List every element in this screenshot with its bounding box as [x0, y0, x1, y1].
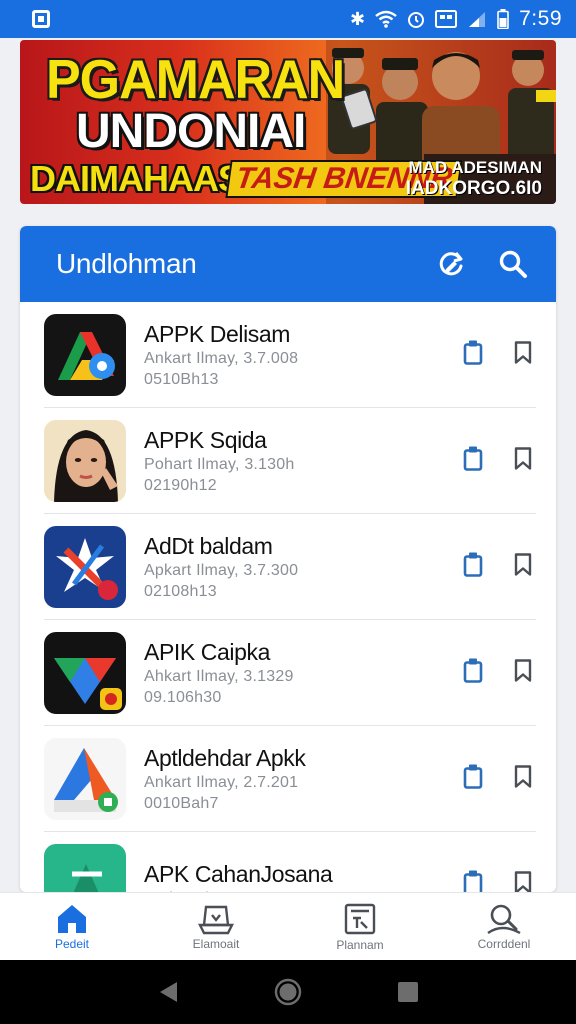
- drive-dark-app-icon[interactable]: [44, 631, 126, 714]
- app-name: APPK Delisam: [144, 320, 291, 347]
- back-button[interactable]: [157, 980, 179, 1004]
- bookmark-button[interactable]: [512, 551, 534, 582]
- bookmark-icon: [514, 552, 532, 576]
- app-list: APPK Delisam Ankart Ilmay, 3.7.008 0510Bh1…: [20, 302, 556, 892]
- copy-button[interactable]: [462, 550, 484, 583]
- app-list-item[interactable]: APPK Delisam Ankart Ilmay, 3.7.008 0510Bh1…: [44, 302, 536, 408]
- bookmark-button[interactable]: [512, 657, 534, 688]
- copy-icon: [463, 446, 483, 471]
- banner-caption-2: IADKORGO.6I0: [405, 178, 542, 199]
- nav-item-2[interactable]: Elamoait: [144, 893, 288, 960]
- app-name: Aptldehdar Apkk: [144, 744, 306, 771]
- app-name: APK CahanJosana: [144, 861, 333, 887]
- alarm-icon: [408, 12, 425, 28]
- bookmark-icon: [514, 764, 532, 788]
- app-list-panel: Undlohman APPK Delisam Ankart Ilmay, 3.7.…: [20, 226, 556, 892]
- app-list-item[interactable]: APIK Caipka Ahkart Ilmay, 3.1329 09.106h30: [44, 620, 536, 726]
- app-list-item[interactable]: AdDt baldam Apkart Ilmay, 3.7.300 02108h13: [44, 514, 536, 620]
- app-list-item[interactable]: APK CahanJosanaApdeat Ilmay, 3.X.328: [44, 832, 536, 892]
- app-meta: Ahkart Ilmay, 3.1329: [144, 667, 294, 685]
- bookmark-button[interactable]: [512, 445, 534, 476]
- bookmark-button[interactable]: [512, 763, 534, 794]
- nav-label: Elamoait: [192, 936, 240, 951]
- app-meta: Ankart Ilmay, 3.7.008: [144, 349, 299, 367]
- app-meta-secondary: 09.106h30: [144, 688, 222, 706]
- panel-title: Undlohman: [56, 248, 197, 279]
- nav-label: Corrddenl: [477, 936, 531, 951]
- bluetooth-icon: ✱: [350, 9, 366, 29]
- app-list-item[interactable]: Aptldehdar Apkk Ankart Ilmay, 2.7.201 0010…: [44, 726, 536, 832]
- copy-icon: [463, 658, 483, 683]
- download-tray-icon: [198, 905, 234, 934]
- app-name: APIK Caipka: [144, 638, 270, 665]
- bookmark-button[interactable]: [512, 339, 534, 370]
- search-icon: [499, 250, 527, 278]
- refresh-button[interactable]: [434, 247, 468, 281]
- banner-headline-3: DAIMAHAAS: [30, 158, 242, 199]
- copy-icon: [463, 340, 483, 365]
- notification-icon: [32, 10, 50, 28]
- battery-icon: [497, 9, 509, 29]
- nav-item-1[interactable]: Pedeit: [0, 893, 144, 960]
- app-meta-secondary: 02108h13: [144, 582, 217, 600]
- app-list-item[interactable]: APPK Sqida Pohart Ilmay, 3.130h 02190h12: [44, 408, 536, 514]
- signal-icon: [469, 12, 486, 27]
- refresh-edit-icon: [439, 252, 463, 276]
- bookmark-icon: [514, 446, 532, 470]
- bookmark-icon: [514, 658, 532, 682]
- portrait-app-icon[interactable]: [44, 419, 126, 502]
- copy-button[interactable]: [462, 762, 484, 795]
- green-app-icon[interactable]: [44, 843, 126, 892]
- app-meta-secondary: 0010Bah7: [144, 794, 219, 812]
- panel-header: Undlohman: [20, 226, 556, 302]
- home-icon: [58, 904, 86, 933]
- copy-icon: [463, 870, 483, 892]
- promo-banner[interactable]: PGAMARAN UNDONIAI DAIMAHAAS TASH BNENNR …: [20, 40, 556, 204]
- app-meta: Apkart Ilmay, 3.7.300: [144, 561, 299, 579]
- banner-caption-1: MAD ADESIMAN: [408, 158, 542, 177]
- home-button[interactable]: [274, 978, 302, 1006]
- wifi-icon: [375, 10, 397, 28]
- bookmark-icon: [514, 870, 532, 892]
- nav-label: Pedeit: [54, 936, 90, 951]
- banner-headline-2: UNDONIAI: [76, 105, 306, 158]
- triangle-white-app-icon[interactable]: [44, 737, 126, 820]
- document-icon: [344, 903, 376, 934]
- status-icons: ✱ 7:59: [350, 7, 562, 31]
- bookmark-button[interactable]: [512, 869, 534, 892]
- nav-item-3[interactable]: Plannam: [288, 893, 432, 960]
- copy-button[interactable]: [462, 868, 484, 892]
- app-meta: Ankart Ilmay, 2.7.201: [144, 773, 299, 791]
- status-bar: ✱ 7:59: [0, 0, 576, 38]
- app-name: AdDt baldam: [144, 532, 273, 559]
- nav-item-4[interactable]: Corrddenl: [432, 893, 576, 960]
- cast-icon: [435, 10, 458, 28]
- search-button[interactable]: [496, 247, 530, 281]
- copy-button[interactable]: [462, 444, 484, 477]
- bookmark-icon: [514, 340, 532, 364]
- banner-headline: PGAMARAN: [46, 49, 345, 111]
- user-search-icon: [487, 904, 521, 934]
- app-meta: Pohart Ilmay, 3.130h: [144, 455, 295, 473]
- drive-triangle-icon[interactable]: [44, 313, 126, 396]
- star-burst-app-icon[interactable]: [44, 525, 126, 608]
- system-navigation-bar: [0, 960, 576, 1024]
- app-meta-secondary: 02190h12: [144, 476, 217, 494]
- copy-button[interactable]: [462, 656, 484, 689]
- app-meta-secondary: 0510Bh13: [144, 370, 219, 388]
- copy-button[interactable]: [462, 338, 484, 371]
- copy-icon: [463, 552, 483, 577]
- nav-label: Plannam: [336, 937, 384, 952]
- clock: 7:59: [519, 7, 562, 30]
- copy-icon: [463, 764, 483, 789]
- app-name: APPK Sqida: [144, 426, 267, 453]
- bottom-navigation: Pedeit Elamoait Plannam Corrddenl: [0, 892, 576, 960]
- recents-button[interactable]: [397, 981, 419, 1003]
